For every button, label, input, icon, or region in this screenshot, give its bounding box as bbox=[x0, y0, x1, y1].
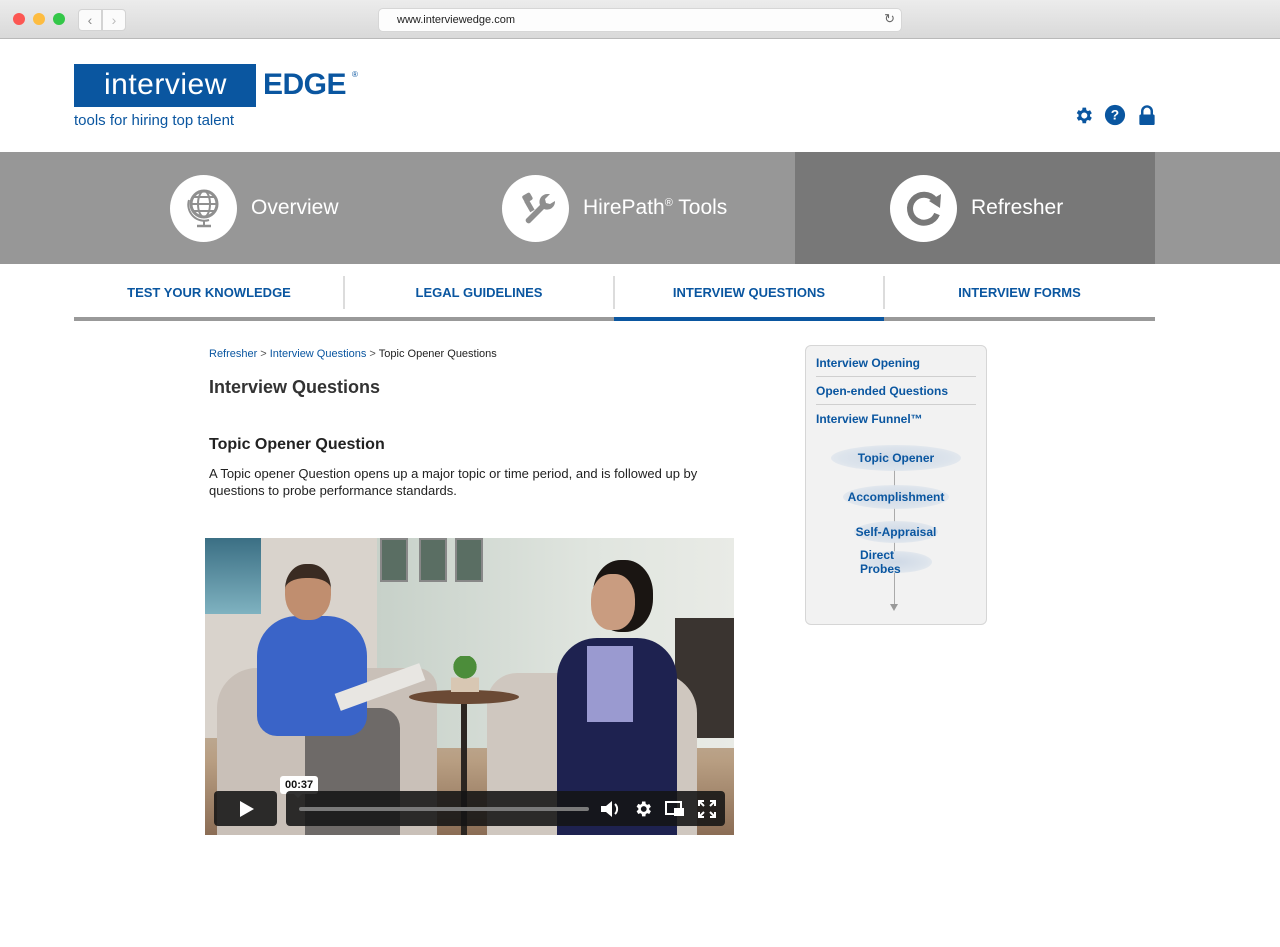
video-frame-table bbox=[409, 690, 519, 704]
minimize-window-button[interactable] bbox=[33, 13, 45, 25]
tab-test-your-knowledge[interactable]: TEST YOUR KNOWLEDGE bbox=[74, 264, 345, 321]
picture-in-picture-button[interactable] bbox=[664, 798, 686, 820]
tools-icon bbox=[502, 174, 569, 242]
forward-button[interactable]: › bbox=[102, 9, 126, 31]
volume-button[interactable] bbox=[600, 798, 622, 820]
breadcrumb-separator: > bbox=[369, 348, 376, 360]
main-nav-refresher[interactable]: Refresher bbox=[795, 152, 1155, 264]
reload-icon[interactable]: ↻ bbox=[884, 11, 895, 27]
logo-tagline: tools for hiring top talent bbox=[74, 112, 235, 129]
settings-icon bbox=[636, 801, 651, 817]
sub-tabs: TEST YOUR KNOWLEDGE LEGAL GUIDELINES INT… bbox=[74, 264, 1155, 321]
settings-button[interactable] bbox=[632, 798, 654, 820]
tab-underline bbox=[884, 317, 1155, 321]
video-progress-bar[interactable] bbox=[299, 807, 589, 811]
breadcrumb: Refresher > Interview Questions > Topic Open… bbox=[209, 348, 497, 360]
main-nav: Overview HirePath® Tools Refresher bbox=[0, 152, 1280, 264]
close-window-button[interactable] bbox=[13, 13, 25, 25]
logo-edge-text: EDGE bbox=[263, 68, 347, 101]
video-frame-man-head bbox=[285, 564, 331, 620]
play-icon bbox=[239, 800, 254, 817]
sidebar-link-interview-opening[interactable]: Interview Opening bbox=[816, 356, 976, 377]
fullscreen-button[interactable] bbox=[696, 798, 718, 820]
funnel-step-topic-opener[interactable]: Topic Opener bbox=[831, 445, 961, 471]
sidebar-panel: Interview Opening Open-ended Questions I… bbox=[805, 345, 987, 625]
main-nav-overview-label: Overview bbox=[251, 196, 339, 219]
play-button[interactable] bbox=[214, 791, 277, 826]
video-frame-woman-head bbox=[591, 574, 635, 630]
section-description: A Topic opener Question opens up a major… bbox=[209, 466, 698, 498]
gear-icon[interactable] bbox=[1072, 104, 1094, 126]
video-control-bar bbox=[286, 791, 725, 826]
funnel-step-accomplishment[interactable]: Accomplishment bbox=[843, 485, 949, 509]
browser-toolbar: ‹ › www.interviewedge.com ↻ bbox=[0, 0, 1280, 39]
breadcrumb-interview-questions[interactable]: Interview Questions bbox=[270, 348, 367, 360]
section-title: Topic Opener Question bbox=[209, 436, 385, 453]
video-frame-artwork bbox=[205, 538, 261, 614]
page-title: Interview Questions bbox=[209, 377, 381, 397]
fullscreen-icon bbox=[698, 800, 716, 818]
address-bar[interactable]: www.interviewedge.com ↻ bbox=[378, 8, 902, 32]
volume-icon bbox=[601, 801, 619, 817]
logo-registered-mark: ® bbox=[352, 70, 358, 79]
tab-interview-forms[interactable]: INTERVIEW FORMS bbox=[884, 264, 1155, 321]
video-frame-man bbox=[257, 616, 367, 736]
logo-box: interview bbox=[74, 64, 256, 107]
tab-underline-active bbox=[614, 317, 884, 321]
tab-legal-guidelines[interactable]: LEGAL GUIDELINES bbox=[344, 264, 615, 321]
tab-interview-questions[interactable]: INTERVIEW QUESTIONS bbox=[614, 264, 885, 321]
video-frame-picture bbox=[455, 538, 483, 582]
maximize-window-button[interactable] bbox=[53, 13, 65, 25]
video-frame-picture bbox=[380, 538, 408, 582]
header-icons: ? bbox=[1072, 104, 1158, 126]
video-frame-plant bbox=[451, 656, 479, 692]
main-nav-hirepath-label: HirePath® Tools bbox=[583, 196, 728, 219]
help-icon[interactable]: ? bbox=[1104, 104, 1126, 126]
breadcrumb-current: Topic Opener Questions bbox=[378, 348, 497, 360]
funnel-arrow-icon bbox=[890, 604, 898, 611]
refresh-icon bbox=[890, 174, 957, 242]
sidebar-link-open-ended-questions[interactable]: Open-ended Questions bbox=[816, 384, 976, 405]
chevron-right-icon: › bbox=[111, 12, 117, 28]
breadcrumb-refresher[interactable]: Refresher bbox=[209, 348, 257, 360]
lock-icon[interactable] bbox=[1136, 104, 1158, 126]
breadcrumb-separator: > bbox=[260, 348, 267, 360]
video-frame-picture bbox=[419, 538, 447, 582]
main-nav-overview[interactable]: Overview bbox=[170, 152, 339, 264]
main-nav-refresher-label: Refresher bbox=[971, 196, 1064, 219]
chevron-left-icon: ‹ bbox=[87, 12, 93, 28]
pip-icon bbox=[665, 801, 684, 816]
sidebar-link-interview-funnel[interactable]: Interview Funnel™ bbox=[816, 412, 976, 432]
url-text: www.interviewedge.com bbox=[397, 14, 515, 26]
tab-underline bbox=[344, 317, 614, 321]
main-nav-hirepath-tools[interactable]: HirePath® Tools bbox=[502, 152, 727, 264]
video-frame-woman-top bbox=[587, 646, 633, 722]
funnel-step-direct-probes[interactable]: Direct Probes bbox=[860, 548, 932, 576]
funnel-step-self-appraisal[interactable]: Self-Appraisal bbox=[854, 521, 938, 543]
back-button[interactable]: ‹ bbox=[78, 9, 102, 31]
video-player[interactable]: 00:37 bbox=[205, 538, 734, 835]
svg-text:?: ? bbox=[1111, 108, 1119, 123]
globe-icon bbox=[170, 174, 237, 242]
tab-underline bbox=[74, 317, 344, 321]
